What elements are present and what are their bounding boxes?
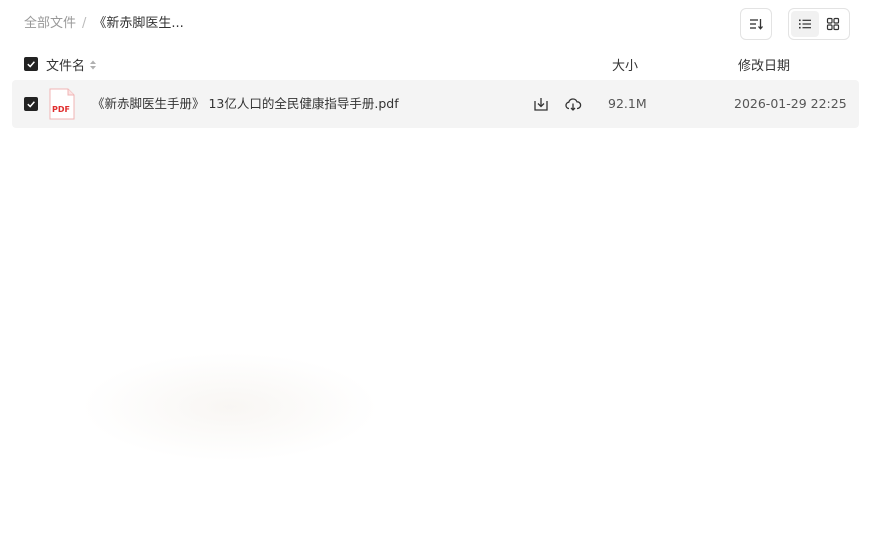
top-bar: 全部文件 / 《新赤脚医生... bbox=[0, 0, 874, 48]
download-icon[interactable] bbox=[532, 95, 550, 113]
breadcrumb: 全部文件 / 《新赤脚医生... bbox=[24, 15, 184, 33]
breadcrumb-separator: / bbox=[82, 16, 87, 31]
name-column-label: 文件名 bbox=[46, 59, 86, 74]
list-view-icon bbox=[799, 19, 811, 29]
check-icon bbox=[27, 61, 35, 68]
sort-button[interactable] bbox=[740, 8, 772, 40]
pdf-file-icon: PDF bbox=[49, 88, 75, 120]
sort-toggle-icon bbox=[90, 60, 97, 69]
file-size: 92.1M bbox=[608, 96, 647, 111]
grid-view-button[interactable] bbox=[819, 11, 847, 37]
breadcrumb-root[interactable]: 全部文件 bbox=[24, 15, 76, 33]
name-column-header[interactable]: 文件名 bbox=[46, 55, 97, 74]
date-column-header: 修改日期 bbox=[738, 59, 791, 74]
view-toggle bbox=[788, 8, 850, 40]
file-name[interactable]: 《新赤脚医生手册》 13亿人口的全民健康指导手册.pdf bbox=[92, 96, 399, 112]
check-icon bbox=[27, 101, 35, 108]
row-checkbox[interactable] bbox=[24, 97, 38, 111]
pdf-icon-label: PDF bbox=[52, 105, 70, 114]
grid-view-icon bbox=[826, 17, 840, 31]
background-smudge bbox=[80, 352, 380, 462]
cloud-save-icon[interactable] bbox=[564, 95, 582, 113]
table-header: 文件名 大小 修改日期 bbox=[12, 48, 859, 80]
list-view-button[interactable] bbox=[791, 11, 819, 37]
size-column-header: 大小 bbox=[612, 59, 639, 74]
file-date: 2026-01-29 22:25 bbox=[734, 96, 847, 111]
select-all-checkbox[interactable] bbox=[24, 57, 38, 71]
table-row[interactable]: PDF 《新赤脚医生手册》 13亿人口的全民健康指导手册.pdf 92.1M 2… bbox=[12, 80, 859, 128]
sort-icon bbox=[750, 19, 763, 30]
breadcrumb-current: 《新赤脚医生... bbox=[93, 16, 184, 31]
